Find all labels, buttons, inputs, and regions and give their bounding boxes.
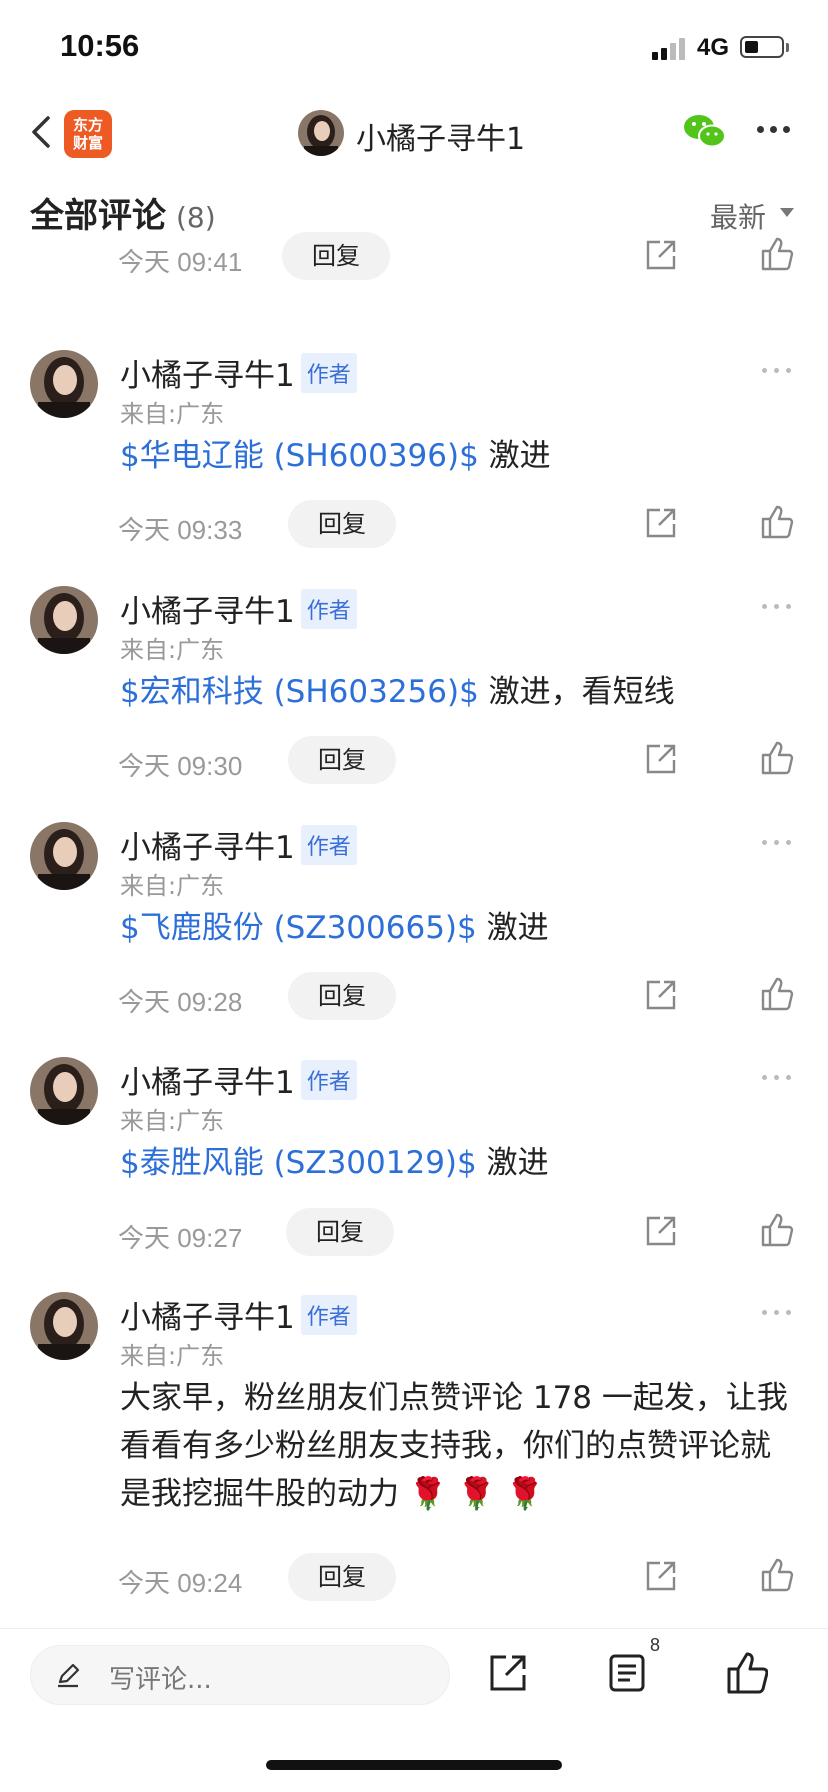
author-name[interactable]: 小橘子寻牛1 作者 (120, 822, 357, 867)
comment-count: (8) (176, 201, 216, 234)
comment-meta-row: 今天 09:28 回复 (0, 972, 828, 1022)
commenter-avatar[interactable] (30, 586, 98, 654)
author-name[interactable]: 小橘子寻牛1 作者 (120, 1292, 357, 1337)
status-bar: 10:56 4G (0, 0, 828, 96)
comment-time: 今天 09:33 (118, 515, 243, 545)
share-icon[interactable] (644, 978, 678, 1012)
reply-button[interactable]: 回复 (288, 500, 396, 548)
reply-button[interactable]: 回复 (286, 1208, 394, 1256)
author-name[interactable]: 小橘子寻牛1 作者 (120, 586, 357, 631)
author-name[interactable]: 小橘子寻牛1 作者 (120, 350, 357, 395)
bottom-action-bar: 写评论... 8 (0, 1628, 828, 1721)
comment-time: 今天 09:41 (118, 247, 243, 277)
comment-meta-row: 今天 09:24 回复 (0, 1553, 828, 1603)
author-avatar[interactable] (298, 110, 344, 156)
network-type: 4G (697, 34, 730, 61)
comment-text: $泰胜风能 (SZ300129)$ 激进 (120, 1145, 549, 1181)
battery-icon (740, 36, 784, 58)
comment-meta-row: 今天 09:41 回复 (0, 232, 828, 282)
comment-text: $华电辽能 (SH600396)$ 激进 (120, 438, 551, 474)
author-badge: 作者 (300, 353, 357, 393)
comment-time: 今天 09:30 (118, 751, 243, 781)
author-badge: 作者 (300, 1295, 357, 1335)
reply-button[interactable]: 回复 (288, 1553, 396, 1601)
stock-link[interactable]: $泰胜风能 (SZ300129)$ (120, 1145, 477, 1181)
comment-text: 大家早，粉丝朋友们点赞评论 178 一起发，让我看看有多少粉丝朋友支持我，你们的… (120, 1380, 788, 1512)
thumbs-up-icon[interactable] (760, 236, 794, 272)
comment-count-badge: 8 (650, 1635, 661, 1655)
thumbs-up-icon[interactable] (726, 1651, 768, 1695)
comment-meta-row: 今天 09:33 回复 (0, 500, 828, 550)
comment-more-icon[interactable] (762, 1310, 792, 1318)
comment-more-icon[interactable] (762, 604, 792, 612)
section-title: 全部评论 (30, 196, 166, 236)
author-name[interactable]: 小橘子寻牛1 作者 (120, 1057, 357, 1102)
comment-list-icon[interactable] (608, 1653, 646, 1693)
comment-meta-row: 今天 09:30 回复 (0, 736, 828, 786)
thumbs-up-icon[interactable] (760, 976, 794, 1012)
commenter-avatar[interactable] (30, 1057, 98, 1125)
share-icon[interactable] (644, 238, 678, 272)
thumbs-up-icon[interactable] (760, 504, 794, 540)
location: 来自:广东 (120, 400, 225, 428)
thumbs-up-icon[interactable] (760, 740, 794, 776)
share-icon[interactable] (488, 1653, 528, 1693)
comment-more-icon[interactable] (762, 1075, 792, 1083)
comment-time: 今天 09:27 (118, 1223, 243, 1253)
author-badge: 作者 (300, 1060, 357, 1100)
thumbs-up-icon[interactable] (760, 1557, 794, 1593)
signal-icon (652, 36, 692, 60)
caret-down-icon[interactable] (780, 208, 794, 217)
comment-more-icon[interactable] (762, 840, 792, 848)
share-icon[interactable] (644, 742, 678, 776)
more-options-icon[interactable] (757, 126, 791, 136)
back-chevron-icon[interactable] (26, 114, 62, 150)
comment-time: 今天 09:28 (118, 987, 243, 1017)
commenter-avatar[interactable] (30, 1292, 98, 1360)
reply-button[interactable]: 回复 (288, 736, 396, 784)
status-time: 10:56 (60, 28, 140, 63)
location: 来自:广东 (120, 636, 225, 664)
share-icon[interactable] (644, 1214, 678, 1248)
thumbs-up-icon[interactable] (760, 1212, 794, 1248)
author-badge: 作者 (300, 589, 357, 629)
comment-placeholder: 写评论... (109, 1665, 212, 1695)
wechat-share-icon[interactable] (683, 112, 727, 150)
location: 来自:广东 (120, 872, 225, 900)
comment-input[interactable]: 写评论... (30, 1645, 450, 1705)
reply-button[interactable]: 回复 (288, 972, 396, 1020)
commenter-avatar[interactable] (30, 822, 98, 890)
author-badge: 作者 (300, 825, 357, 865)
share-icon[interactable] (644, 506, 678, 540)
comment-meta-row: 今天 09:27 回复 (0, 1208, 828, 1258)
page-title: 小橘子寻牛1 (356, 122, 526, 157)
location: 来自:广东 (120, 1342, 225, 1370)
home-indicator (266, 1760, 562, 1770)
comment-more-icon[interactable] (762, 368, 792, 376)
stock-link[interactable]: $华电辽能 (SH600396)$ (120, 438, 479, 474)
location: 来自:广东 (120, 1107, 225, 1135)
comment-text: $飞鹿股份 (SZ300665)$ 激进 (120, 910, 549, 946)
comments-header: 全部评论 (8) (30, 188, 216, 237)
reply-button[interactable]: 回复 (282, 232, 390, 280)
pen-icon (58, 1663, 80, 1688)
sort-dropdown[interactable]: 最新 (710, 196, 766, 236)
stock-link[interactable]: $飞鹿股份 (SZ300665)$ (120, 910, 477, 946)
app-logo: 东方 财富 (64, 110, 112, 158)
nav-bar: 东方 财富 小橘子寻牛1 (0, 96, 828, 168)
commenter-avatar[interactable] (30, 350, 98, 418)
comment-time: 今天 09:24 (118, 1568, 243, 1598)
comment-text: $宏和科技 (SH603256)$ 激进，看短线 (120, 674, 675, 710)
stock-link[interactable]: $宏和科技 (SH603256)$ (120, 674, 479, 710)
share-icon[interactable] (644, 1559, 678, 1593)
